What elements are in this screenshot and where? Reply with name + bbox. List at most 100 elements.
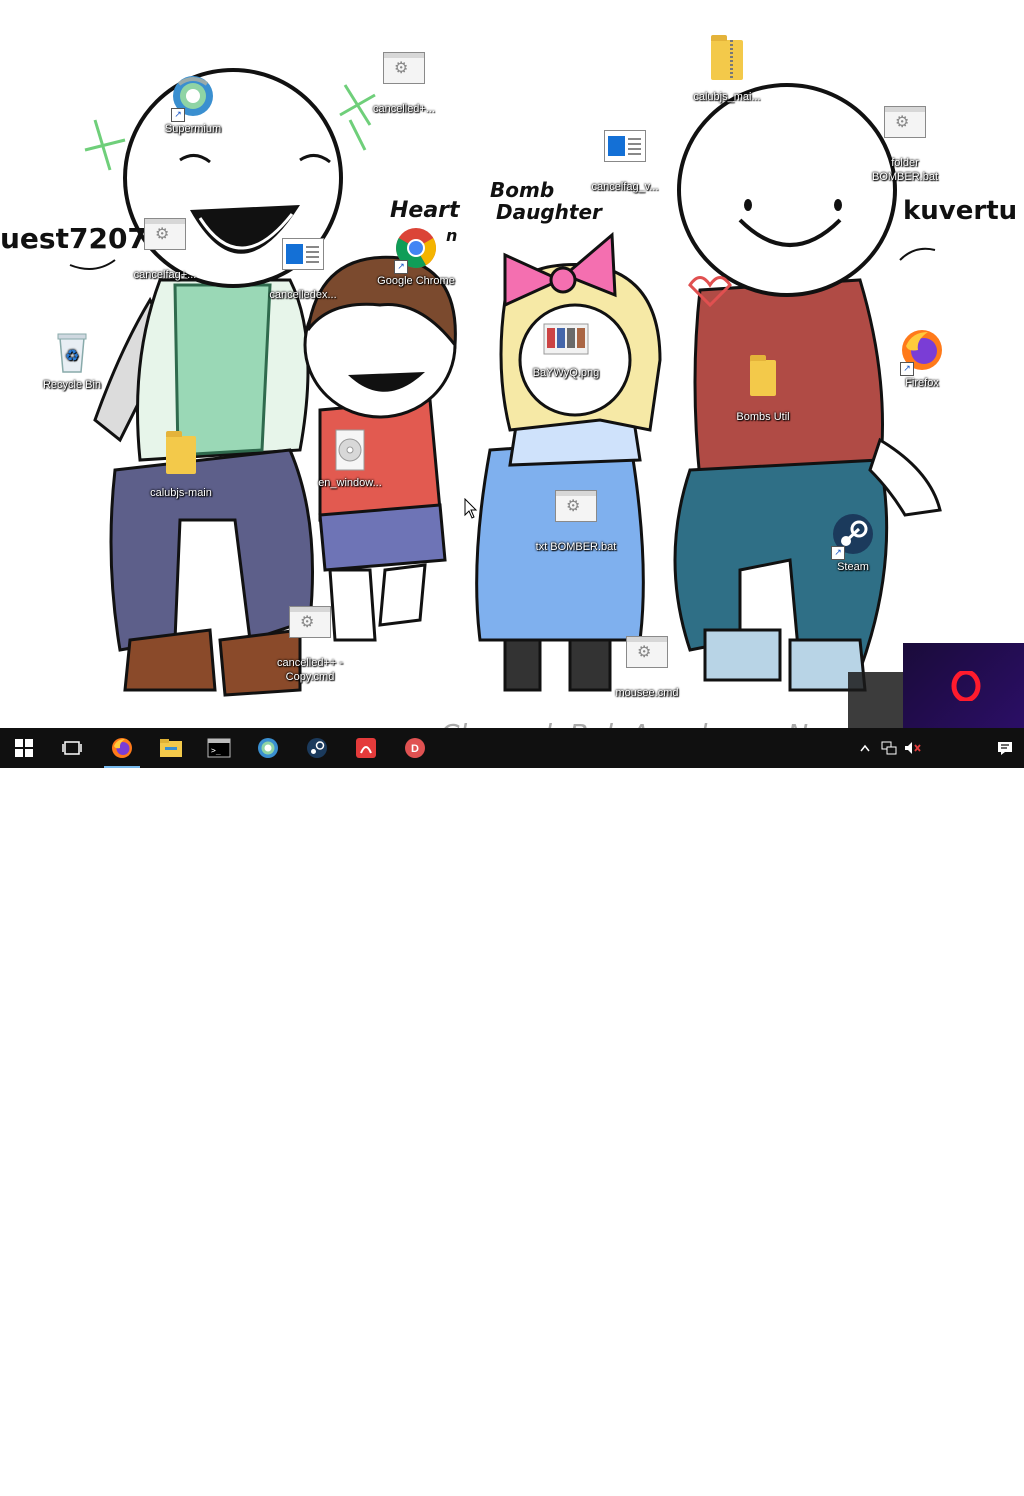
desktop-icon-label: calubjs-main <box>150 487 212 499</box>
shortcut-arrow-icon: ↗ <box>394 260 408 274</box>
desktop-icon-mousee[interactable]: ⚙ mousee.cmd <box>599 628 695 700</box>
shortcut-arrow-icon: ↗ <box>900 362 914 376</box>
cmd-file-icon: ⚙ <box>141 218 189 266</box>
desktop-icon-label: txt BOMBER.bat <box>535 541 617 553</box>
supermium-icon: ↗ <box>169 72 217 122</box>
window-file-icon <box>601 130 649 178</box>
desktop-icon-firefox[interactable]: ↗ Firefox <box>874 326 970 390</box>
svg-text:>_: >_ <box>211 746 221 755</box>
desktop-icon-en-windows[interactable]: en_window... <box>302 426 398 490</box>
firefox-icon: ↗ <box>898 326 946 376</box>
window-file-icon <box>279 238 327 286</box>
clock-time: 4:01 PM <box>940 1461 986 1475</box>
zip-folder-icon <box>703 35 751 88</box>
taskbar-firefox[interactable] <box>98 728 146 768</box>
chevron-up-icon <box>860 744 870 752</box>
taskbar-supermium[interactable] <box>244 728 292 768</box>
desktop-icon-label: cancelfag_v... <box>591 181 659 193</box>
file-explorer-icon <box>160 739 182 757</box>
taskbar-clock[interactable]: 4:01 PM 8/7/2024 <box>938 1456 988 1496</box>
desktop-icon-cancelfag-v[interactable]: cancelfag_v... <box>577 122 673 194</box>
desktop-icon-label: Bombs Util <box>736 411 790 423</box>
desktop-icon-recycle-bin[interactable]: ♻ Recycle Bin <box>24 328 120 392</box>
tray-overflow-chevron[interactable] <box>854 728 876 768</box>
desktop-icon-txt-bomber[interactable]: ⚙ txt BOMBER.bat <box>528 482 624 554</box>
task-view-button[interactable] <box>48 728 96 768</box>
desktop-icon-baywyq-png[interactable]: BaYWyQ.png <box>518 316 614 380</box>
bat-file-icon: ⚙ <box>552 490 600 538</box>
tray-volume[interactable] <box>902 728 924 768</box>
desktop-icon-calubjs-main[interactable]: calubjs-main <box>133 426 229 500</box>
desktop-icon-steam[interactable]: ↗ Steam <box>805 510 901 574</box>
recycle-bin-icon: ♻ <box>48 328 96 376</box>
steam-icon: ↗ <box>829 510 877 560</box>
desktop-icon-label: cancelled+... <box>372 103 436 115</box>
terminal-icon: >_ <box>207 738 231 758</box>
wallpaper-caption-heart: Heart <box>390 198 460 223</box>
mouse-cursor-icon <box>464 498 478 519</box>
chrome-icon: ↗ <box>392 224 440 274</box>
action-center-button[interactable] <box>990 728 1020 768</box>
desktop-icon-cancelledex[interactable]: cancelledex... <box>255 230 351 302</box>
desktop-icon-label: cancelledex... <box>269 289 337 301</box>
desktop-icon-label: cancelfag+... <box>133 269 197 281</box>
windows-logo-icon <box>15 739 33 757</box>
network-icon <box>881 741 897 755</box>
desktop-icon-label: cancelled++ - Copy.cmd <box>276 657 344 683</box>
desktop-icon-label: en_window... <box>318 477 382 489</box>
steam-icon <box>307 738 327 758</box>
svg-text:♻: ♻ <box>65 348 79 365</box>
clock-date: 8/7/2024 <box>939 1477 987 1491</box>
desktop-icon-bombs-util[interactable]: Bombs Util <box>715 350 811 424</box>
desktop-icon-label: Firefox <box>905 377 939 389</box>
desktop-icon-cancelfag-cmd[interactable]: ⚙ cancelfag+... <box>117 210 213 282</box>
desktop-icon-label: folder BOMBER.bat <box>871 157 939 183</box>
desktop-icon-label: Steam <box>837 561 869 573</box>
folder-icon <box>157 431 205 484</box>
taskbar-app[interactable]: D <box>391 728 439 768</box>
image-file-icon <box>542 316 590 364</box>
wallpaper-caption-bomb: Bomb <box>490 178 555 202</box>
app-icon: D <box>405 738 425 758</box>
cmd-file-icon: ⚙ <box>286 606 334 654</box>
pdf-icon <box>356 738 376 758</box>
task-view-icon <box>62 741 82 755</box>
desktop-icon-label: Google Chrome <box>377 275 455 287</box>
opera-icon <box>951 671 981 701</box>
taskbar-pdf-app[interactable] <box>342 728 390 768</box>
desktop-icon-cancelled-cmd[interactable]: ⚙ cancelled+... <box>356 44 452 116</box>
desktop-icon-label: Supermium <box>164 123 222 135</box>
desktop-icon-label: Recycle Bin <box>42 379 102 391</box>
shortcut-arrow-icon: ↗ <box>171 108 185 122</box>
cmd-file-icon: ⚙ <box>623 636 671 684</box>
desktop-icon-calubjs-zip[interactable]: calubjs_mai... <box>679 35 775 104</box>
wallpaper-username-right: kuvertu <box>903 196 1018 226</box>
speaker-muted-icon <box>905 742 921 754</box>
taskbar: >_ D 4:01 PM 8/7/2024 <box>0 728 1024 1491</box>
taskbar-file-explorer[interactable] <box>147 728 195 768</box>
desktop-icon-cancelled-copy[interactable]: ⚙ cancelled++ - Copy.cmd <box>262 598 358 684</box>
bat-file-icon: ⚙ <box>881 106 929 154</box>
disc-image-icon <box>326 426 374 474</box>
cmd-file-icon: ⚙ <box>380 52 428 100</box>
firefox-icon <box>112 738 132 758</box>
taskbar-steam[interactable] <box>293 728 341 768</box>
start-button[interactable] <box>0 728 48 768</box>
desktop-icon-folder-bomber[interactable]: ⚙ folder BOMBER.bat <box>857 98 953 184</box>
supermium-icon <box>258 738 278 758</box>
wallpaper-caption-daughter: Daughter <box>496 200 602 224</box>
desktop-icon-label: calubjs_mai... <box>693 91 761 103</box>
desktop-icon-supermium[interactable]: ↗ Supermium <box>145 72 241 136</box>
tray-network[interactable] <box>878 728 900 768</box>
notification-shadow <box>848 672 904 728</box>
folder-icon <box>739 355 787 408</box>
notification-icon <box>998 741 1012 755</box>
desktop-icon-google-chrome[interactable]: ↗ Google Chrome <box>368 224 464 288</box>
opera-notification[interactable] <box>903 643 1024 728</box>
wallpaper-watermark: CherrydoBoloAconha on N <box>440 718 808 728</box>
svg-text:D: D <box>411 743 419 755</box>
shortcut-arrow-icon: ↗ <box>831 546 845 560</box>
desktop-icon-label: mousee.cmd <box>615 687 679 699</box>
desktop-icon-label: BaYWyQ.png <box>532 367 600 379</box>
taskbar-terminal[interactable]: >_ <box>195 728 243 768</box>
